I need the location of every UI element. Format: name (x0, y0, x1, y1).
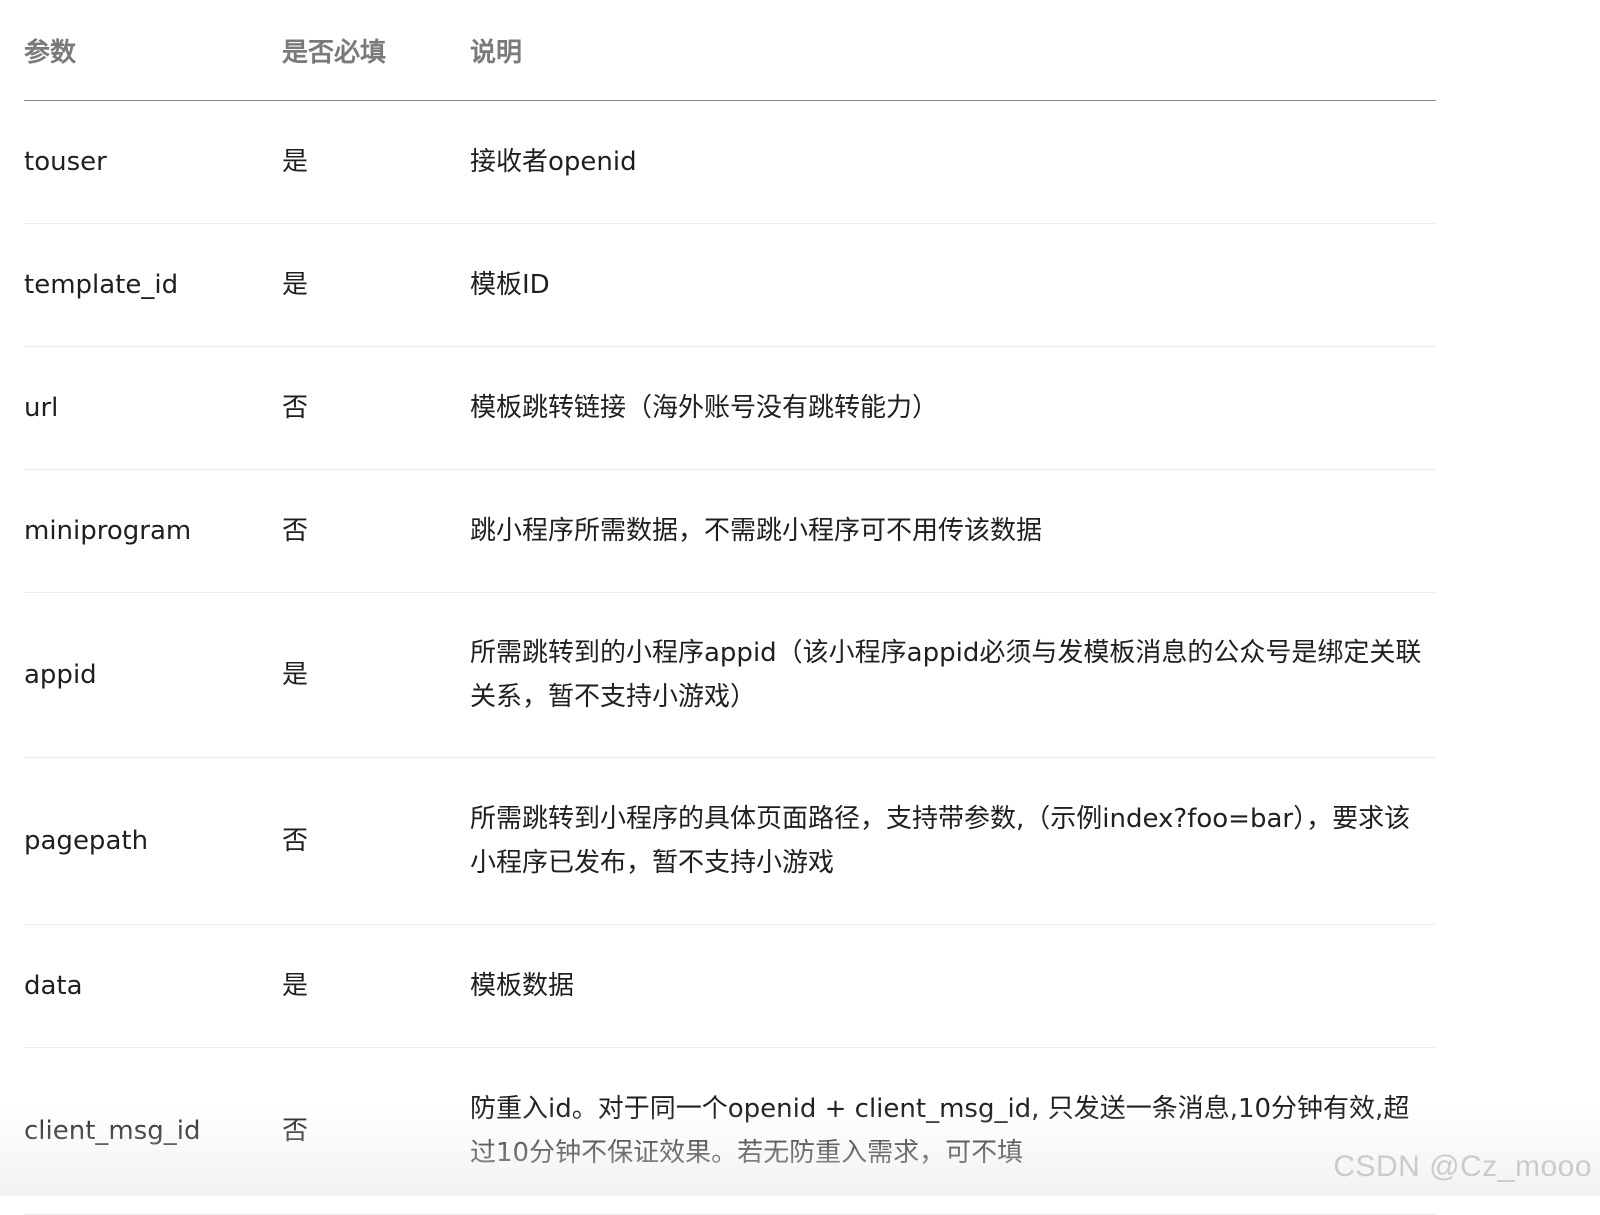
param-cell: touser (24, 100, 282, 224)
param-cell: template_id (24, 223, 282, 347)
param-cell: url (24, 346, 282, 470)
desc-cell: 接收者openid (470, 100, 1436, 224)
param-cell: appid (24, 592, 282, 758)
header-desc: 说明 (470, 0, 1436, 101)
required-cell: 是 (282, 100, 470, 224)
required-cell: 是 (282, 592, 470, 758)
required-cell: 否 (282, 469, 470, 593)
desc-cell: 防重入id。对于同一个openid + client_msg_id, 只发送一条… (470, 1047, 1436, 1215)
desc-cell: 跳小程序所需数据，不需跳小程序可不用传该数据 (470, 469, 1436, 593)
params-table: 参数 是否必填 说明 touser 是 接收者openid template_i… (24, 0, 1436, 1215)
header-required: 是否必填 (282, 0, 470, 101)
desc-cell: 模板ID (470, 223, 1436, 347)
table-row: data 是 模板数据 (24, 924, 1436, 1048)
required-cell: 否 (282, 1047, 470, 1215)
required-cell: 否 (282, 346, 470, 470)
param-cell: client_msg_id (24, 1047, 282, 1215)
param-cell: data (24, 924, 282, 1048)
param-cell: miniprogram (24, 469, 282, 593)
required-cell: 是 (282, 924, 470, 1048)
desc-cell: 所需跳转到的小程序appid（该小程序appid必须与发模板消息的公众号是绑定关… (470, 592, 1436, 758)
table-header-row: 参数 是否必填 说明 (24, 0, 1436, 101)
table-row: appid 是 所需跳转到的小程序appid（该小程序appid必须与发模板消息… (24, 592, 1436, 758)
table-row: client_msg_id 否 防重入id。对于同一个openid + clie… (24, 1047, 1436, 1215)
required-cell: 否 (282, 757, 470, 925)
table-row: url 否 模板跳转链接（海外账号没有跳转能力） (24, 346, 1436, 470)
table-row: miniprogram 否 跳小程序所需数据，不需跳小程序可不用传该数据 (24, 469, 1436, 593)
desc-cell: 模板数据 (470, 924, 1436, 1048)
desc-cell: 所需跳转到小程序的具体页面路径，支持带参数,（示例index?foo=bar），… (470, 757, 1436, 925)
watermark: CSDN @Cz_mooo (1333, 1150, 1592, 1183)
table-row: pagepath 否 所需跳转到小程序的具体页面路径，支持带参数,（示例inde… (24, 757, 1436, 925)
params-table-container: 参数 是否必填 说明 touser 是 接收者openid template_i… (24, 0, 1436, 1215)
table-row: touser 是 接收者openid (24, 100, 1436, 224)
param-cell: pagepath (24, 757, 282, 925)
required-cell: 是 (282, 223, 470, 347)
header-param: 参数 (24, 0, 282, 101)
table-row: template_id 是 模板ID (24, 223, 1436, 347)
desc-cell: 模板跳转链接（海外账号没有跳转能力） (470, 346, 1436, 470)
